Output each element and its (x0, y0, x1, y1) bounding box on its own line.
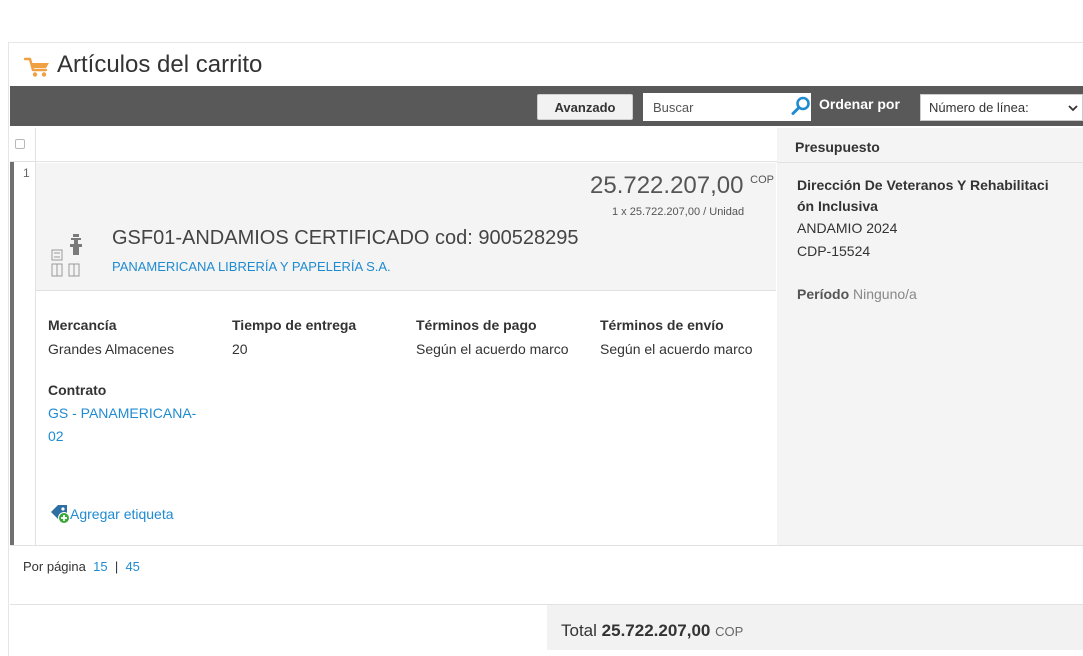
budget-header-divider (777, 162, 1083, 163)
budget-project: ANDAMIO 2024 (797, 220, 898, 236)
item-price: 25.722.207,00 COP (590, 172, 774, 200)
item-price-value: 25.722.207,00 (590, 172, 744, 199)
total-value: 25.722.207,00 (601, 621, 711, 640)
per-page-label: Por página (23, 559, 86, 574)
supplier-link[interactable]: PANAMERICANA LIBRERÍA Y PAPELERÍA S.A. (112, 259, 391, 274)
per-page-45-link[interactable]: 45 (125, 559, 139, 574)
budget-cdp: CDP-15524 (797, 243, 871, 259)
budget-department-line1: Dirección De Veteranos Y Rehabilitaci (797, 177, 1049, 193)
shopping-cart-icon (24, 57, 49, 77)
pagination: Por página 15 | 45 (23, 559, 140, 574)
merchandise-value: Grandes Almacenes (48, 341, 175, 357)
add-tag-icon[interactable] (50, 504, 72, 524)
budget-period-value: Ninguno/a (853, 286, 917, 302)
budget-period: Período Ninguno/a (797, 286, 917, 302)
payment-terms-value: Según el acuerdo marco (416, 341, 569, 357)
item-price-detail: 1 x 25.722.207,00 / Unidad (612, 206, 745, 218)
chevron-down-icon[interactable] (1066, 101, 1080, 115)
advanced-button[interactable]: Avanzado (537, 94, 633, 120)
line-number: 1 (23, 166, 30, 180)
product-image[interactable] (49, 226, 101, 278)
search-icon[interactable] (790, 95, 812, 117)
budget-department-line2: ón Inclusiva (797, 198, 878, 214)
product-name: GSF01-ANDAMIOS CERTIFICADO cod: 90052829… (112, 227, 579, 249)
search-input[interactable] (643, 93, 811, 121)
delivery-time-label: Tiempo de entrega (232, 317, 357, 333)
page-title: Artículos del carrito (57, 51, 263, 78)
shipping-terms-value: Según el acuerdo marco (600, 341, 753, 357)
left-border (8, 42, 9, 656)
table-bottom-divider (10, 545, 1083, 546)
contract-link[interactable]: GS - PANAMERICANA- (48, 405, 196, 421)
per-page-separator: | (114, 559, 119, 574)
sort-select-value: Número de línea: (929, 100, 1029, 115)
per-page-15-link[interactable]: 15 (93, 559, 107, 574)
row-selection-bar (10, 162, 14, 546)
budget-column-header: Presupuesto (795, 139, 880, 155)
sort-select[interactable]: Número de línea: (920, 94, 1083, 121)
cart-total: Total 25.722.207,00 COP (561, 621, 743, 641)
total-currency: COP (715, 624, 744, 639)
merchandise-label: Mercancía (48, 317, 117, 333)
budget-period-label: Período (797, 286, 850, 302)
payment-terms-label: Términos de pago (416, 317, 537, 333)
total-label: Total (561, 621, 597, 640)
top-divider (8, 42, 1083, 43)
contract-link-continued[interactable]: 02 (48, 428, 64, 444)
select-all-checkbox[interactable] (15, 139, 25, 149)
delivery-time-value: 20 (232, 341, 248, 357)
sort-label: Ordenar por (819, 96, 900, 112)
line-number-column (14, 162, 36, 546)
shipping-terms-label: Términos de envío (600, 317, 724, 333)
add-tag-link[interactable]: Agregar etiqueta (70, 506, 174, 522)
item-price-currency: COP (750, 174, 774, 186)
contract-label: Contrato (48, 382, 107, 398)
